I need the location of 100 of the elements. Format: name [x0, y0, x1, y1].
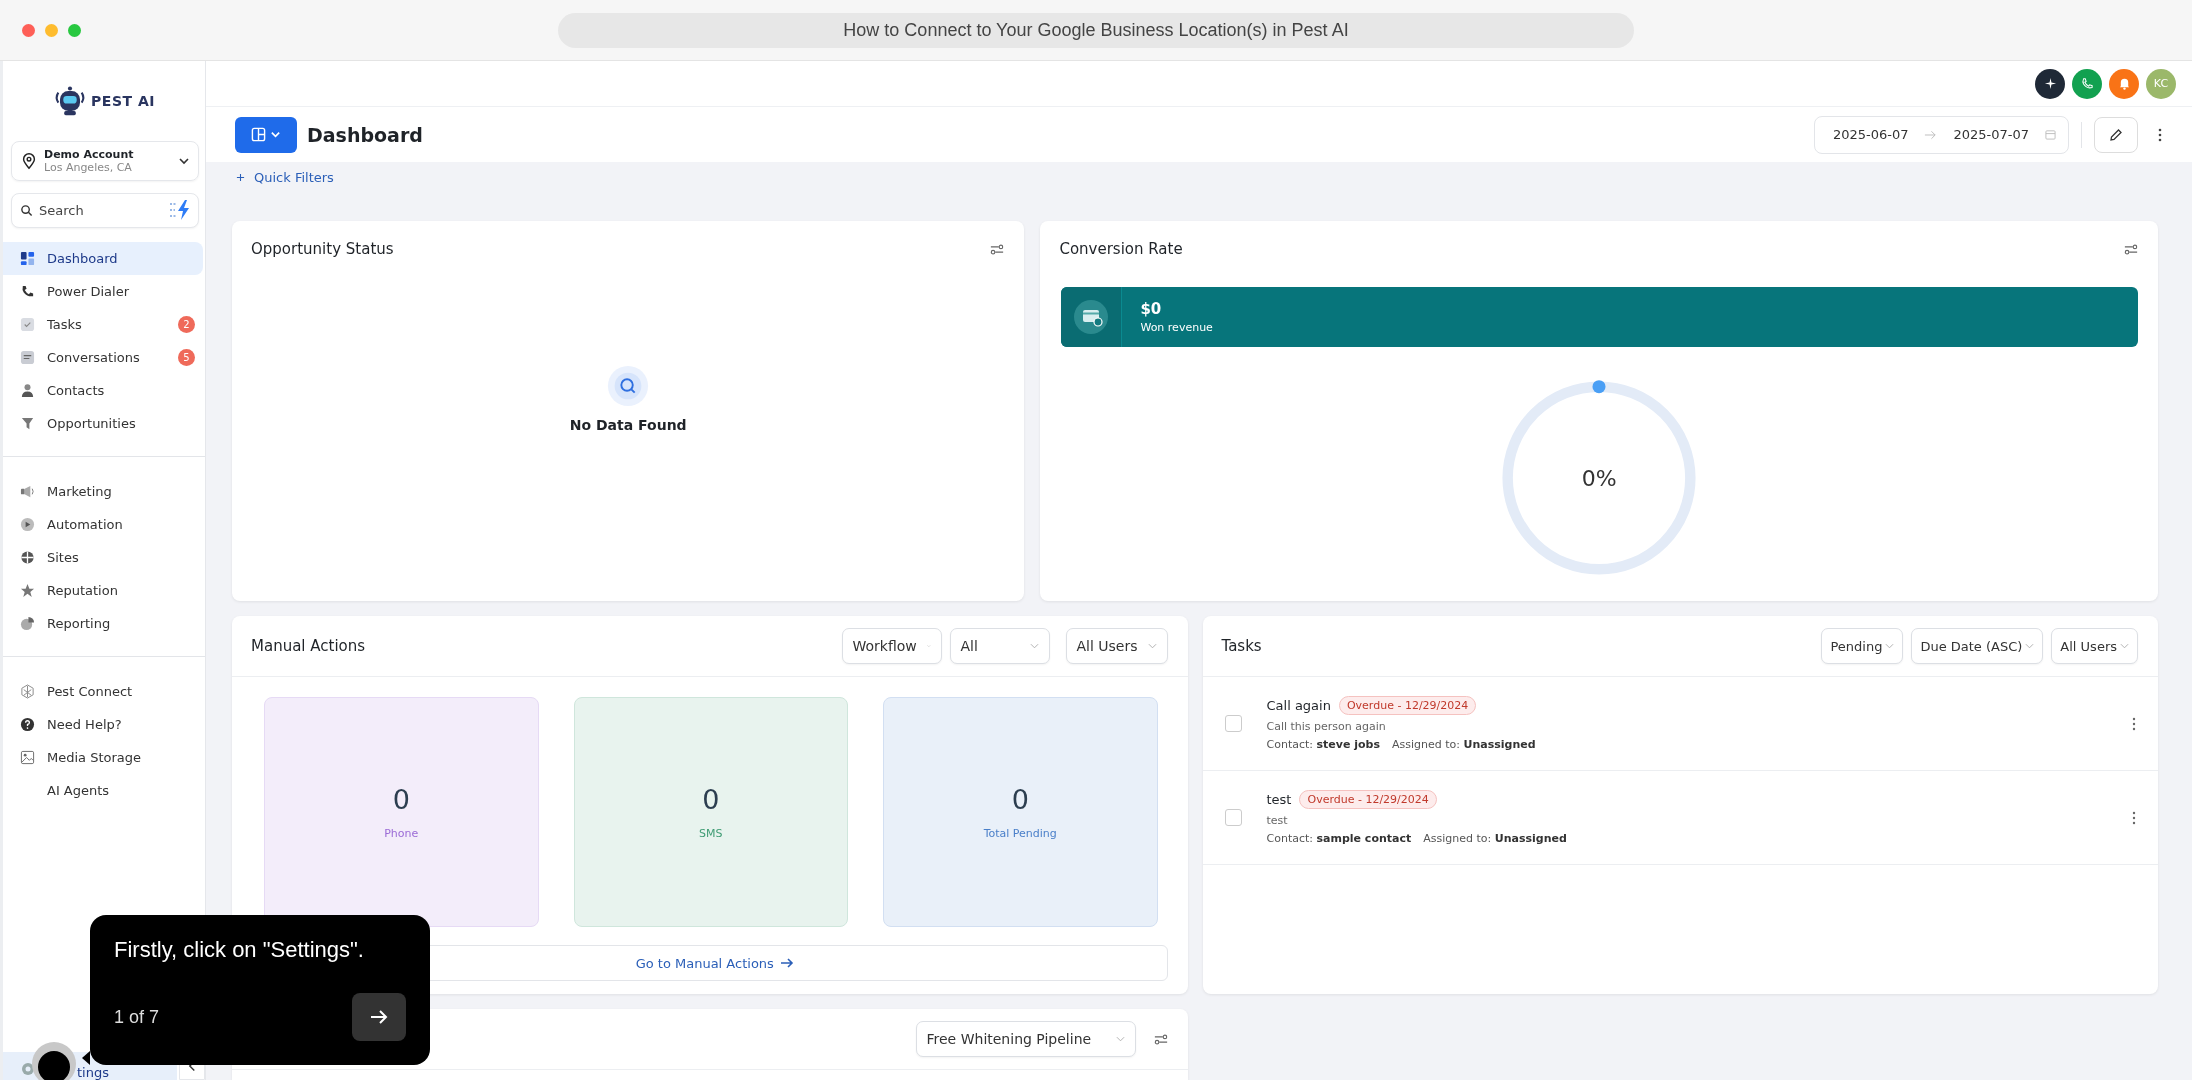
empty-state-text: No Data Found: [569, 417, 687, 433]
chevron-down-icon: [178, 155, 190, 167]
start-date: 2025-06-07: [1832, 127, 1909, 142]
dialer-icon: [20, 284, 35, 299]
stat-value: 0: [1011, 784, 1029, 815]
sidebar-item[interactable]: Contacts: [3, 374, 203, 407]
filter-settings-icon[interactable]: [1153, 1033, 1168, 1045]
chat-icon: [20, 350, 35, 365]
task-title: Call again: [1266, 698, 1331, 713]
filter-dropdown[interactable]: All Users: [2051, 628, 2138, 664]
task-assignee: Assigned to: Unassigned: [1423, 832, 1567, 845]
layout-grid-icon: [251, 127, 266, 142]
help-icon: [20, 717, 35, 732]
card-title: Manual Actions: [251, 637, 366, 655]
chevron-down-icon: [2120, 643, 2129, 649]
address-bar[interactable]: How to Connect to Your Google Business Location(s) in Pest AI: [558, 13, 1634, 48]
sidebar-item[interactable]: Power Dialer: [3, 275, 203, 308]
search-icon: [20, 204, 33, 217]
card-check-icon: [1073, 299, 1110, 335]
more-options-icon[interactable]: [2158, 127, 2162, 142]
account-switcher[interactable]: Demo Account Los Angeles, CA: [11, 141, 199, 181]
sidebar-item[interactable]: Marketing: [3, 475, 203, 508]
sidebar-item[interactable]: Reputation: [3, 574, 203, 607]
filter-dropdown[interactable]: Due Date (ASC): [1911, 628, 2044, 664]
arrow-right-icon: [1924, 129, 1938, 140]
chevron-down-icon: [270, 129, 281, 140]
plus-icon: [236, 172, 245, 182]
cursor-ring-icon: [30, 1040, 78, 1080]
more-options-icon[interactable]: [2132, 810, 2136, 825]
account-name: Demo Account: [44, 147, 135, 161]
calendar-icon: [2045, 129, 2056, 140]
stat-label: Phone: [384, 827, 419, 840]
chevron-down-icon: [1885, 643, 1895, 649]
phone-icon[interactable]: [2072, 68, 2102, 99]
task-contact: Contact: sample contact: [1266, 832, 1412, 845]
end-date: 2025-07-07: [1953, 127, 2029, 142]
person-icon: [20, 383, 35, 398]
card-title: Conversion Rate: [1059, 240, 1183, 258]
stat-value: 0: [392, 784, 410, 815]
filter-dropdown[interactable]: Workflow: [841, 628, 942, 664]
count-badge: 5: [178, 349, 195, 366]
page-title: Dashboard: [307, 123, 423, 146]
next-step-button[interactable]: [352, 993, 406, 1041]
sidebar-item[interactable]: Sites: [3, 541, 203, 574]
sidebar-item[interactable]: Dashboard: [3, 242, 203, 275]
task-description: test: [1266, 814, 1289, 827]
revenue-label: Won revenue: [1140, 321, 1213, 334]
sparkle-icon[interactable]: [2035, 68, 2065, 99]
tour-step-counter: 1 of 7: [114, 1006, 160, 1028]
close-window-dot[interactable]: [22, 23, 35, 37]
task-title: test: [1266, 792, 1292, 807]
date-range-picker[interactable]: 2025-06-07 2025-07-07: [1813, 115, 2069, 154]
pie-icon: [20, 616, 35, 631]
stat-label: Total Pending: [983, 827, 1057, 840]
card-title: Tasks: [1221, 637, 1262, 655]
sidebar-item[interactable]: Media Storage: [3, 741, 203, 774]
task-description: Call this person again: [1266, 720, 1387, 733]
search-icon: [607, 365, 650, 407]
sidebar-item[interactable]: Automation: [3, 508, 203, 541]
location-pin-icon: [20, 152, 38, 170]
task-contact: Contact: steve jobs: [1266, 738, 1380, 751]
arrow-right-icon: [779, 958, 794, 968]
filter-settings-icon[interactable]: [990, 243, 1005, 255]
pipeline-dropdown[interactable]: Free Whitening Pipeline: [915, 1021, 1136, 1057]
star-icon: [20, 583, 35, 598]
overdue-badge: Overdue - 12/29/2024: [1299, 790, 1437, 809]
minimize-window-dot[interactable]: [45, 23, 58, 37]
chevron-down-icon: [1115, 1036, 1125, 1042]
sidebar-item[interactable]: Pest Connect: [3, 675, 203, 708]
sidebar-item[interactable]: AI Agents: [3, 774, 203, 807]
layout-menu-button[interactable]: [235, 116, 297, 153]
search-field[interactable]: Search: [11, 193, 199, 228]
overdue-badge: Overdue - 12/29/2024: [1338, 696, 1477, 715]
task-checkbox[interactable]: [1224, 715, 1242, 732]
sidebar-item[interactable]: Need Help?: [3, 708, 203, 741]
more-options-icon[interactable]: [2132, 716, 2136, 731]
task-checkbox[interactable]: [1224, 809, 1242, 826]
filter-dropdown[interactable]: Pending: [1821, 628, 1904, 664]
filter-dropdown[interactable]: All Users: [1065, 628, 1168, 664]
task-assignee: Assigned to: Unassigned: [1392, 738, 1536, 751]
quick-filters-link[interactable]: Quick Filters: [236, 169, 334, 185]
bell-icon[interactable]: [2109, 68, 2139, 99]
image-icon: [20, 750, 35, 765]
conversion-percent: 0%: [1581, 465, 1617, 491]
chevron-down-icon: [1029, 643, 1039, 649]
revenue-amount: $0: [1140, 300, 1163, 318]
sidebar-item[interactable]: Conversations 5: [3, 341, 203, 374]
sidebar-item[interactable]: Opportunities: [3, 407, 203, 440]
filter-dropdown[interactable]: All: [949, 628, 1050, 664]
logo-text: PEST AI: [91, 93, 155, 109]
chevron-down-icon: [926, 643, 931, 649]
edit-button[interactable]: [2094, 116, 2138, 153]
sidebar-item[interactable]: Reporting: [3, 607, 203, 640]
sidebar-item[interactable]: Tasks 2: [3, 308, 203, 341]
filter-settings-icon[interactable]: [2124, 243, 2138, 255]
chevron-down-icon: [2025, 643, 2035, 649]
stat-value: 0: [702, 784, 720, 815]
funnel-icon: [20, 416, 35, 431]
stat-label: SMS: [699, 827, 723, 840]
maximize-window-dot[interactable]: [68, 23, 81, 37]
